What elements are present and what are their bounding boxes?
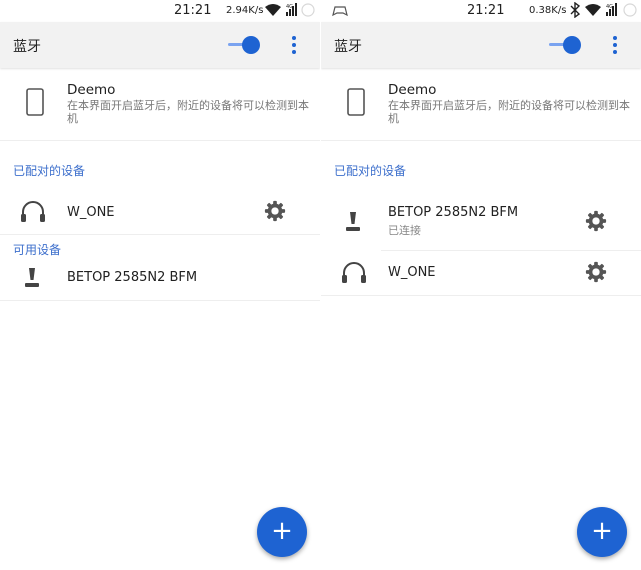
settings-gear-icon[interactable] [585,261,607,283]
paired-device-name: W_ONE [388,265,436,280]
more-dot [292,50,296,54]
wifi-icon [585,4,601,16]
device-visibility-text: 在本界面开启蓝牙后，附近的设备将可以检测到本机 [388,99,630,125]
more-dot [613,50,617,54]
settings-gear-icon[interactable] [264,200,286,222]
headphones-icon [21,201,45,222]
local-device-info: Deemo 在本界面开启蓝牙后，附近的设备将可以检测到本机 [321,76,641,141]
device-name: Deemo [67,82,116,98]
battery-icon [301,3,315,17]
available-devices-header: 可用设备 [13,243,62,257]
divider [0,234,320,235]
bluetooth-screen-left: 21:21 2.94K/s 4G 蓝牙 Deemo 在本界面开启蓝牙后，附近的设… [0,0,320,570]
bluetooth-screen-right: 21:21 0.38K/s 4G 蓝牙 Deemo 在本界面开启蓝牙后，附近的设… [321,0,641,570]
local-device-info: Deemo 在本界面开启蓝牙后，附近的设备将可以检测到本机 [0,76,320,141]
bluetooth-toggle[interactable] [549,36,583,54]
network-type-label: 4G [606,4,613,10]
more-dot [613,43,617,47]
page-title: 蓝牙 [13,39,41,55]
paired-device-row[interactable]: W_ONE [321,251,641,295]
available-device-name: BETOP 2585N2 BFM [67,270,198,285]
paired-devices-header: 已配对的设备 [13,164,86,178]
status-icons: 4G [570,2,637,18]
status-time: 21:21 [467,3,505,18]
status-network-speed: 2.94K/s [226,5,264,16]
bluetooth-toggle[interactable] [228,36,262,54]
connection-status: 已连接 [388,224,421,237]
more-menu-button[interactable] [290,36,298,56]
page-title: 蓝牙 [334,39,362,55]
joystick-icon [25,268,39,287]
wifi-icon [265,4,281,16]
app-bar: 蓝牙 [321,22,641,68]
device-name: Deemo [388,82,437,98]
add-device-fab[interactable]: + [577,507,627,557]
paired-device-name: W_ONE [67,205,115,220]
paired-device-row[interactable]: BETOP 2585N2 BFM 已连接 [321,196,641,250]
status-icons: 4G [265,3,315,17]
device-visibility-text: 在本界面开启蓝牙后，附近的设备将可以检测到本机 [67,99,309,125]
paired-devices-header: 已配对的设备 [334,164,407,178]
plus-icon: + [271,516,293,546]
headphones-icon [342,262,366,283]
settings-gear-icon[interactable] [585,210,607,232]
more-dot [613,36,617,40]
available-device-row[interactable]: BETOP 2585N2 BFM [0,258,320,300]
joystick-icon [346,212,360,231]
more-dot [292,36,296,40]
bluetooth-status-icon [570,2,581,18]
gamepad-notification-icon [332,6,348,17]
more-dot [292,43,296,47]
add-device-fab[interactable]: + [257,507,307,557]
phone-icon [26,88,44,116]
more-menu-button[interactable] [611,36,619,56]
divider [0,300,320,301]
paired-device-name: BETOP 2585N2 BFM [388,205,519,220]
status-bar: 21:21 0.38K/s 4G [321,0,641,22]
network-type-label: 4G [286,4,293,10]
toggle-thumb [242,36,260,54]
app-bar: 蓝牙 [0,22,320,68]
status-time: 21:21 [174,3,212,18]
phone-icon [347,88,365,116]
divider [321,295,641,296]
toggle-thumb [563,36,581,54]
paired-device-row[interactable]: W_ONE [0,188,320,234]
status-network-speed: 0.38K/s [529,5,567,16]
plus-icon: + [591,516,613,546]
status-bar: 21:21 2.94K/s 4G [0,0,320,22]
battery-icon [623,3,637,17]
